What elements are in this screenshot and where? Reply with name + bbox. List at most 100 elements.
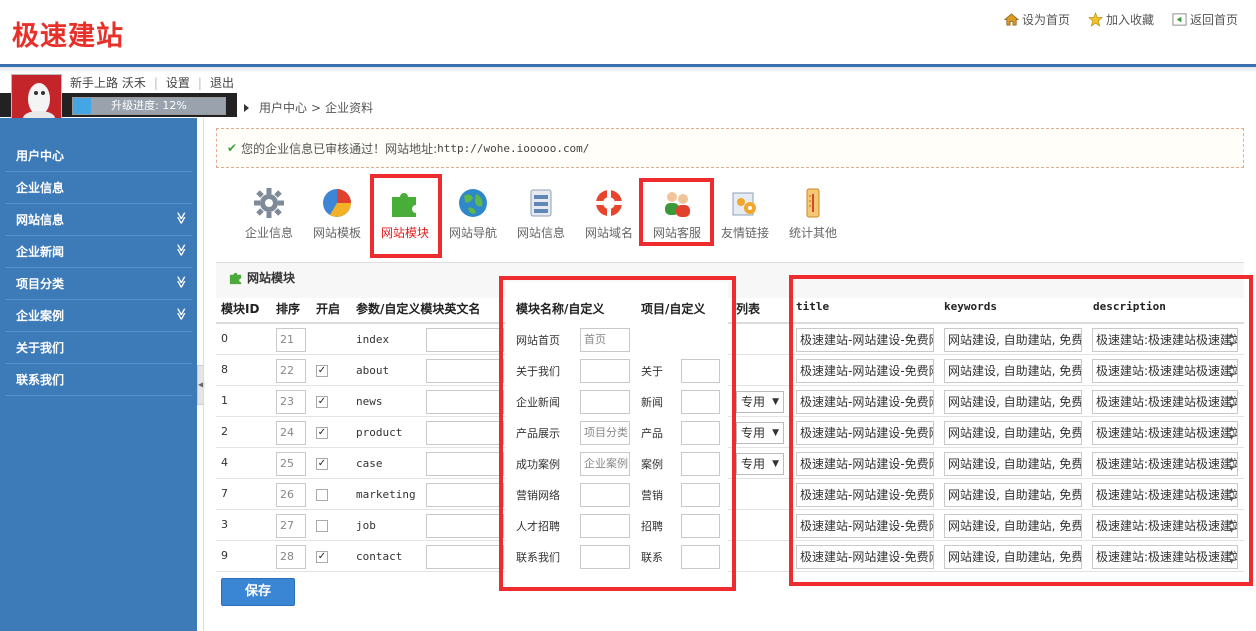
scroll-spinner-icon[interactable]: ▲ ▼ <box>1227 517 1236 535</box>
seo-description-textarea[interactable]: 极速建站:极速建站极速建站 ▲ ▼ <box>1092 514 1238 538</box>
sidebar-item[interactable]: 企业信息 <box>6 172 192 204</box>
tool-gear[interactable]: 企业信息 <box>237 186 301 241</box>
seo-title-input[interactable]: 极速建站-网站建设-免费网 <box>796 483 934 507</box>
module-name-custom-input[interactable]: 首页 <box>580 328 630 352</box>
custom-english-name-input[interactable] <box>426 452 504 476</box>
seo-title-input[interactable]: 极速建站-网站建设-免费网 <box>796 328 934 352</box>
seo-description-textarea[interactable]: 极速建站:极速建站极速建站 ▲ ▼ <box>1092 390 1238 414</box>
set-homepage-link[interactable]: 设为首页 <box>1003 11 1070 28</box>
sidebar-item[interactable]: 用户中心 <box>6 140 192 172</box>
seo-keywords-input[interactable]: 网站建设, 自助建站, 免费网 <box>944 328 1082 352</box>
list-select[interactable]: 专用 ▼ <box>736 422 784 444</box>
order-input[interactable]: 27 <box>276 514 306 538</box>
scroll-spinner-icon[interactable]: ▲ ▼ <box>1227 331 1236 349</box>
sidebar-item[interactable]: 企业案例 ≫ <box>6 300 192 332</box>
seo-title-input[interactable]: 极速建站-网站建设-免费网 <box>796 514 934 538</box>
save-button[interactable]: 保存 <box>221 578 295 606</box>
custom-english-name-input[interactable] <box>426 483 504 507</box>
item-custom-input[interactable] <box>681 452 720 476</box>
tool-pie-chart[interactable]: 网站模板 <box>305 186 369 241</box>
order-input[interactable]: 21 <box>276 328 306 352</box>
seo-description-textarea[interactable]: 极速建站:极速建站极速建站 ▲ ▼ <box>1092 359 1238 383</box>
item-custom-input[interactable] <box>681 545 720 569</box>
item-custom-input[interactable] <box>681 514 720 538</box>
order-input[interactable]: 26 <box>276 483 306 507</box>
seo-title-input[interactable]: 极速建站-网站建设-免费网 <box>796 359 934 383</box>
settings-link[interactable]: 设置 <box>166 74 190 91</box>
custom-english-name-input[interactable] <box>426 514 504 538</box>
order-input[interactable]: 24 <box>276 421 306 445</box>
item-custom-input[interactable] <box>681 483 720 507</box>
seo-keywords-input[interactable]: 网站建设, 自助建站, 免费网 <box>944 452 1082 476</box>
module-name-custom-input[interactable] <box>580 359 630 383</box>
enabled-checkbox[interactable]: ✓ <box>316 458 328 470</box>
enabled-checkbox[interactable] <box>316 520 328 532</box>
breadcrumb-item-user-center[interactable]: 用户中心 <box>259 99 307 116</box>
scroll-spinner-icon[interactable]: ▲ ▼ <box>1227 424 1236 442</box>
sidebar-item[interactable]: 项目分类 ≫ <box>6 268 192 300</box>
enabled-checkbox[interactable]: ✓ <box>316 396 328 408</box>
scroll-spinner-icon[interactable]: ▲ ▼ <box>1227 548 1236 566</box>
enabled-checkbox[interactable] <box>316 489 328 501</box>
tool-database[interactable]: 网站信息 <box>509 186 573 241</box>
tool-lifebuoy[interactable]: 网站域名 <box>577 186 641 241</box>
seo-description-textarea[interactable]: 极速建站:极速建站极速建站 ▲ ▼ <box>1092 452 1238 476</box>
sidebar-item[interactable]: 关于我们 <box>6 332 192 364</box>
item-custom-input[interactable] <box>681 359 720 383</box>
custom-english-name-input[interactable] <box>426 421 504 445</box>
seo-title-input[interactable]: 极速建站-网站建设-免费网 <box>796 421 934 445</box>
module-name-custom-input[interactable] <box>580 545 630 569</box>
scroll-spinner-icon[interactable]: ▲ ▼ <box>1227 486 1236 504</box>
seo-title-input[interactable]: 极速建站-网站建设-免费网 <box>796 452 934 476</box>
scroll-spinner-icon[interactable]: ▲ ▼ <box>1227 362 1236 380</box>
seo-keywords-input[interactable]: 网站建设, 自助建站, 免费网 <box>944 421 1082 445</box>
custom-english-name-input[interactable] <box>426 545 504 569</box>
module-name-custom-input[interactable] <box>580 390 630 414</box>
order-input[interactable]: 22 <box>276 359 306 383</box>
scroll-spinner-icon[interactable]: ▲ ▼ <box>1227 455 1236 473</box>
item-custom-input[interactable] <box>681 390 720 414</box>
enabled-checkbox[interactable]: ✓ <box>316 365 328 377</box>
order-input[interactable]: 23 <box>276 390 306 414</box>
order-input[interactable]: 25 <box>276 452 306 476</box>
sidebar-item[interactable]: 企业新闻 ≫ <box>6 236 192 268</box>
order-input[interactable]: 28 <box>276 545 306 569</box>
module-name-custom-input[interactable] <box>580 514 630 538</box>
seo-keywords-input[interactable]: 网站建设, 自助建站, 免费网 <box>944 390 1082 414</box>
tool-link-gears[interactable]: 友情链接 <box>713 186 777 241</box>
return-home-link[interactable]: 返回首页 <box>1172 11 1238 28</box>
sidebar-item[interactable]: 网站信息 ≫ <box>6 204 192 236</box>
custom-english-name-input[interactable] <box>426 390 504 414</box>
add-favorite-link[interactable]: 加入收藏 <box>1088 11 1154 28</box>
username[interactable]: 新手上路 沃禾 <box>70 74 146 91</box>
tool-thermometer[interactable]: 统计其他 <box>781 186 845 241</box>
item-custom-input[interactable] <box>681 421 720 445</box>
module-name-custom-input[interactable]: 项目分类 <box>580 421 630 445</box>
tool-users[interactable]: 网站客服 <box>645 186 709 241</box>
seo-description-textarea[interactable]: 极速建站:极速建站极速建站 ▲ ▼ <box>1092 328 1238 352</box>
list-select[interactable]: 专用 ▼ <box>736 453 784 475</box>
enabled-checkbox[interactable]: ✓ <box>316 551 328 563</box>
seo-title-input[interactable]: 极速建站-网站建设-免费网 <box>796 390 934 414</box>
enabled-checkbox[interactable]: ✓ <box>316 427 328 439</box>
seo-description-textarea[interactable]: 极速建站:极速建站极速建站 ▲ ▼ <box>1092 421 1238 445</box>
custom-english-name-input[interactable] <box>426 359 504 383</box>
seo-keywords-input[interactable]: 网站建设, 自助建站, 免费网 <box>944 483 1082 507</box>
sidebar-item[interactable]: 联系我们 <box>6 364 192 396</box>
tool-puzzle[interactable]: 网站模块 <box>373 186 437 241</box>
site-logo[interactable]: 极速建站 <box>12 14 124 53</box>
logout-link[interactable]: 退出 <box>210 74 234 91</box>
module-name-custom-input[interactable] <box>580 483 630 507</box>
seo-keywords-input[interactable]: 网站建设, 自助建站, 免费网 <box>944 514 1082 538</box>
scroll-spinner-icon[interactable]: ▲ ▼ <box>1227 393 1236 411</box>
custom-english-name-input[interactable] <box>426 328 504 352</box>
seo-description-textarea[interactable]: 极速建站:极速建站极速建站 ▲ ▼ <box>1092 545 1238 569</box>
list-select[interactable]: 专用 ▼ <box>736 391 784 413</box>
seo-keywords-input[interactable]: 网站建设, 自助建站, 免费网 <box>944 359 1082 383</box>
seo-description-textarea[interactable]: 极速建站:极速建站极速建站 ▲ ▼ <box>1092 483 1238 507</box>
module-name-custom-input[interactable]: 企业案例 <box>580 452 630 476</box>
seo-title-input[interactable]: 极速建站-网站建设-免费网 <box>796 545 934 569</box>
site-url-link[interactable]: http://wohe.iooooo.com/ <box>437 142 589 155</box>
tool-globe[interactable]: 网站导航 <box>441 186 505 241</box>
seo-keywords-input[interactable]: 网站建设, 自助建站, 免费网 <box>944 545 1082 569</box>
